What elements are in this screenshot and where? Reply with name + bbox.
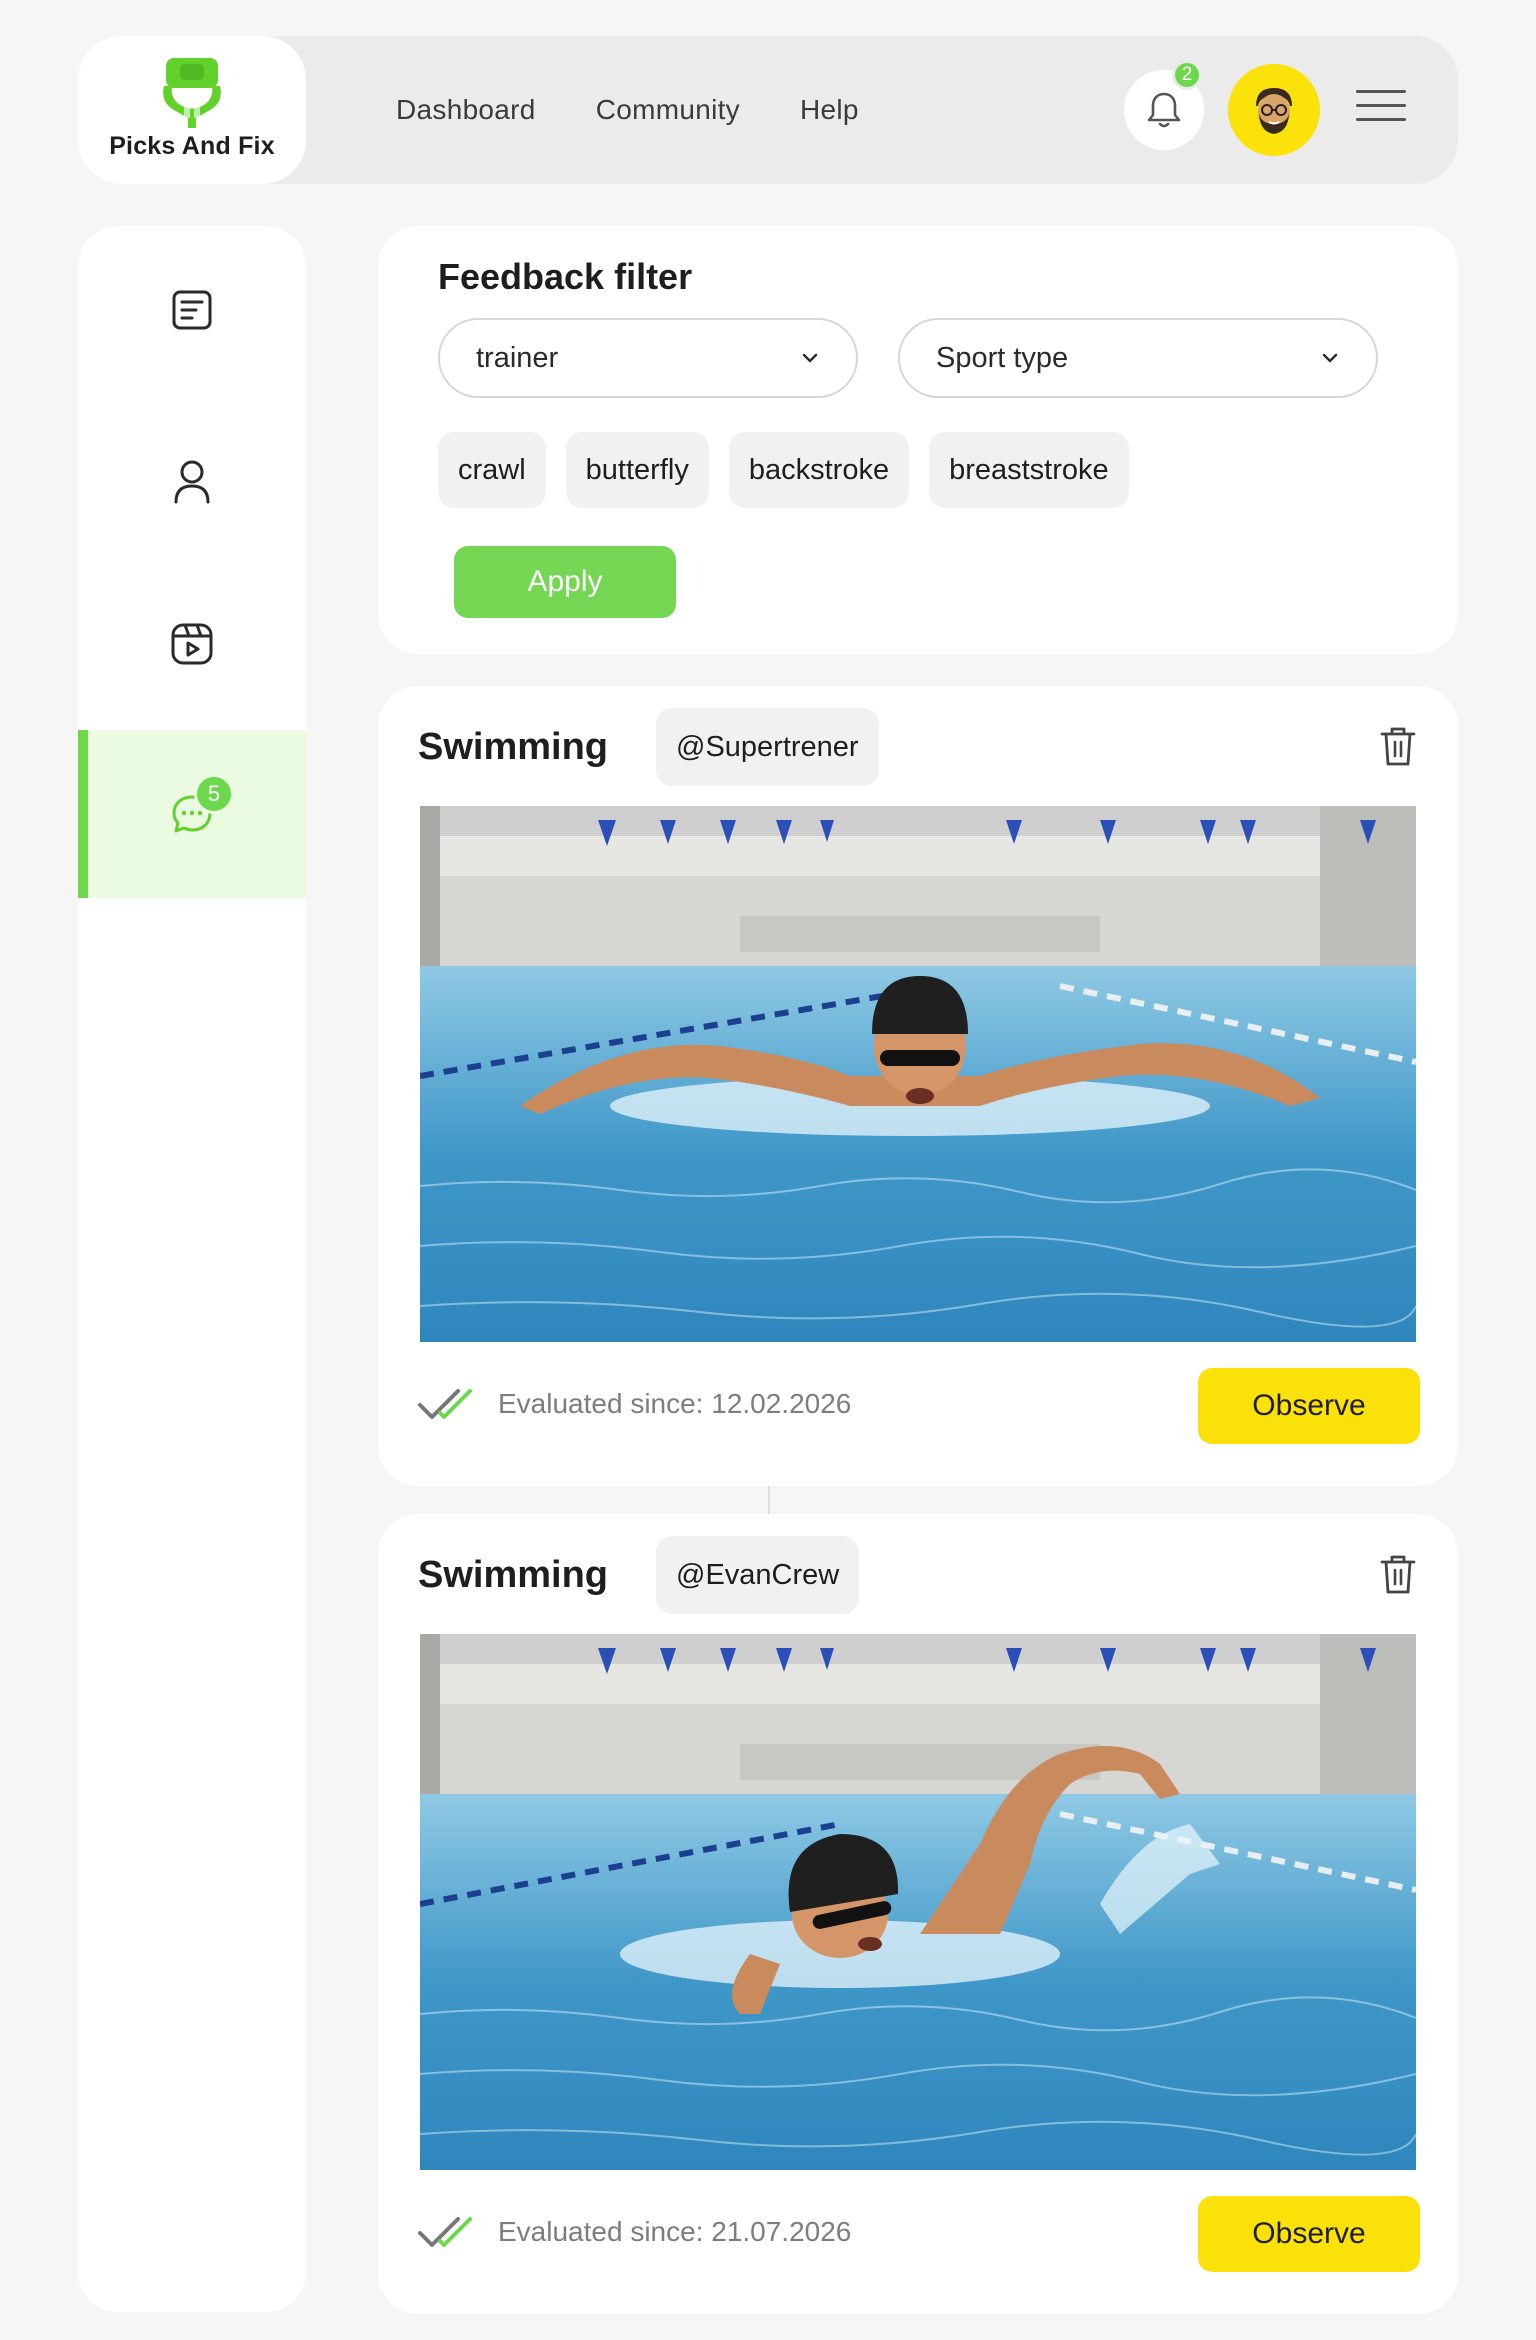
menu-line-icon [1356,118,1406,121]
trainer-select[interactable]: trainer [438,318,858,398]
brand-name: Picks And Fix [109,131,275,160]
card-user-tag[interactable]: @Supertrener [656,708,879,786]
card-footer: Evaluated since: 21.07.2026 [418,2194,851,2270]
main-nav: Dashboard Community Help [396,36,859,184]
swimmer-butterfly-photo [420,806,1416,1342]
hamburger-menu-button[interactable] [1356,90,1406,130]
sport-type-select[interactable]: Sport type [898,318,1378,398]
feedback-card: Swimming @EvanCrew Evaluated since: 21.0… [378,1514,1458,2314]
observe-button[interactable]: Observe [1198,1368,1420,1444]
chevron-down-icon [1322,353,1338,363]
apply-button[interactable]: Apply [454,546,676,618]
nav-dashboard[interactable]: Dashboard [396,94,536,126]
chevron-down-icon [802,353,818,363]
card-sport-title: Swimming [418,1554,609,1596]
sidebar-item-messages[interactable]: 5 [78,730,306,898]
chip-butterfly[interactable]: butterfly [565,432,709,508]
trash-icon[interactable] [1378,724,1418,768]
sidebar-item-videos[interactable] [78,560,306,728]
top-header: Picks And Fix Dashboard Community Help 2 [78,36,1458,184]
notification-count-badge: 2 [1172,60,1202,90]
sidebar-item-documents[interactable] [78,226,306,394]
evaluated-since-text: Evaluated since: 12.02.2026 [498,1388,852,1419]
double-check-icon [418,1389,472,1419]
card-footer: Evaluated since: 12.02.2026 [418,1366,851,1442]
bell-icon [1147,92,1181,128]
chip-backstroke[interactable]: backstroke [728,432,910,508]
double-check-icon [418,2217,472,2247]
video-icon [171,623,213,665]
document-icon [172,290,212,330]
feedback-card: Swimming @Supertrener Evaluated since: 1… [378,686,1458,1486]
chip-breaststroke[interactable]: breaststroke [929,432,1129,508]
filter-title: Feedback filter [438,256,693,297]
nav-community[interactable]: Community [596,94,740,126]
user-avatar[interactable] [1228,64,1320,156]
evaluated-since-text: Evaluated since: 21.07.2026 [498,2216,852,2247]
chip-crawl[interactable]: crawl [438,432,546,508]
brand-logo[interactable]: Picks And Fix [78,36,306,184]
user-icon [174,460,210,504]
menu-line-icon [1356,104,1406,107]
observe-button[interactable]: Observe [1198,2196,1420,2272]
sidebar: 5 [78,226,306,2312]
menu-line-icon [1356,90,1406,93]
trainer-select-value: trainer [476,341,559,374]
trash-icon[interactable] [1378,1552,1418,1596]
nav-help[interactable]: Help [800,94,859,126]
card-sport-title: Swimming [418,726,609,768]
swimmer-crawl-photo [420,1634,1416,2170]
sidebar-item-profile[interactable] [78,398,306,566]
card-user-tag[interactable]: @EvanCrew [656,1536,860,1614]
logo-icon [163,57,221,128]
stroke-chips: crawl butterfly backstroke breaststroke [438,432,1129,508]
avatar-face-icon [1256,88,1292,134]
sport-type-select-value: Sport type [936,341,1069,374]
messages-count-badge: 5 [194,774,234,814]
card-divider [768,1486,770,1514]
feedback-filter-panel: Feedback filter trainer Sport type crawl… [378,226,1458,654]
